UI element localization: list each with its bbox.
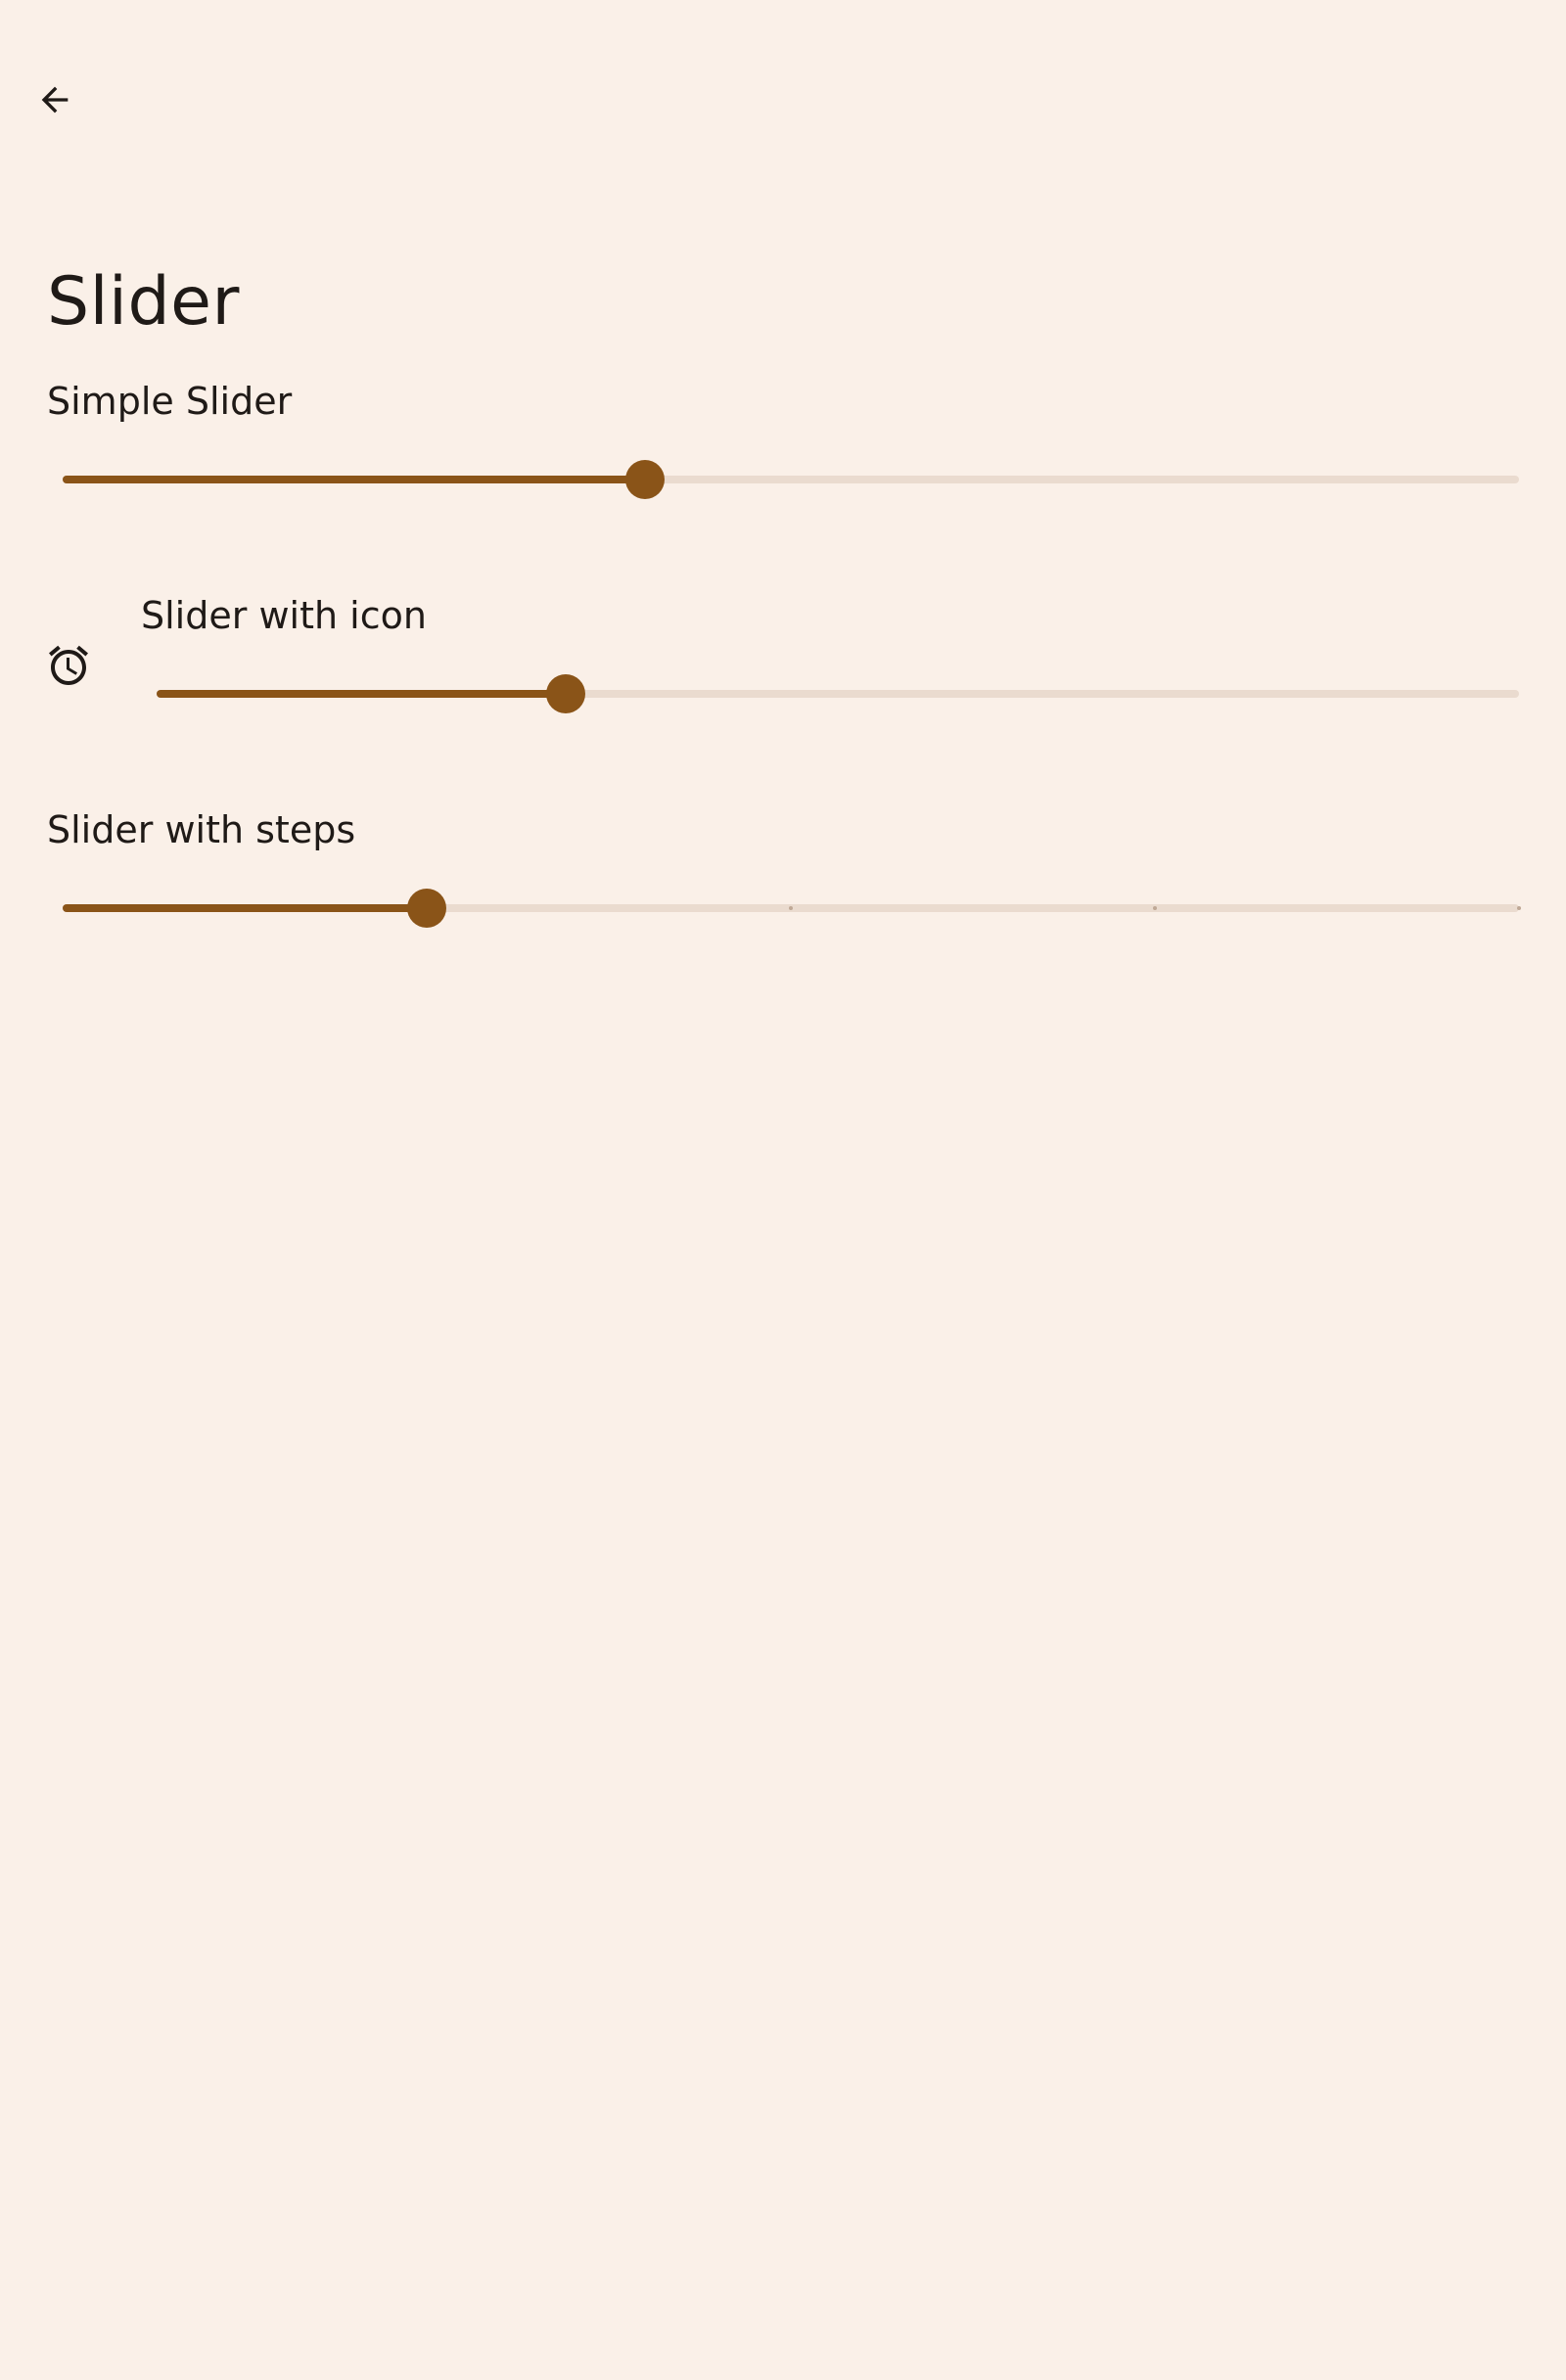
simple-slider-label: Simple Slider [47,380,293,423]
slider-track-active [157,690,566,698]
alarm-icon [49,645,88,685]
slider-step-tick [1153,906,1157,910]
icon-slider-label: Slider with icon [141,594,427,637]
slider-step-tick [1517,906,1521,910]
slider-thumb[interactable] [407,889,446,928]
simple-slider[interactable] [63,460,1519,499]
steps-slider-label: Slider with steps [47,808,356,851]
steps-slider[interactable] [63,889,1521,928]
arrow-back-icon [41,86,69,114]
page-title: Slider [47,263,240,341]
back-button[interactable] [23,69,86,131]
slider-step-tick [789,906,793,910]
slider-thumb[interactable] [625,460,666,499]
slider-track-active [63,904,427,912]
slider-thumb[interactable] [545,674,585,713]
slider-track-active [63,476,646,483]
icon-slider[interactable] [157,674,1519,713]
